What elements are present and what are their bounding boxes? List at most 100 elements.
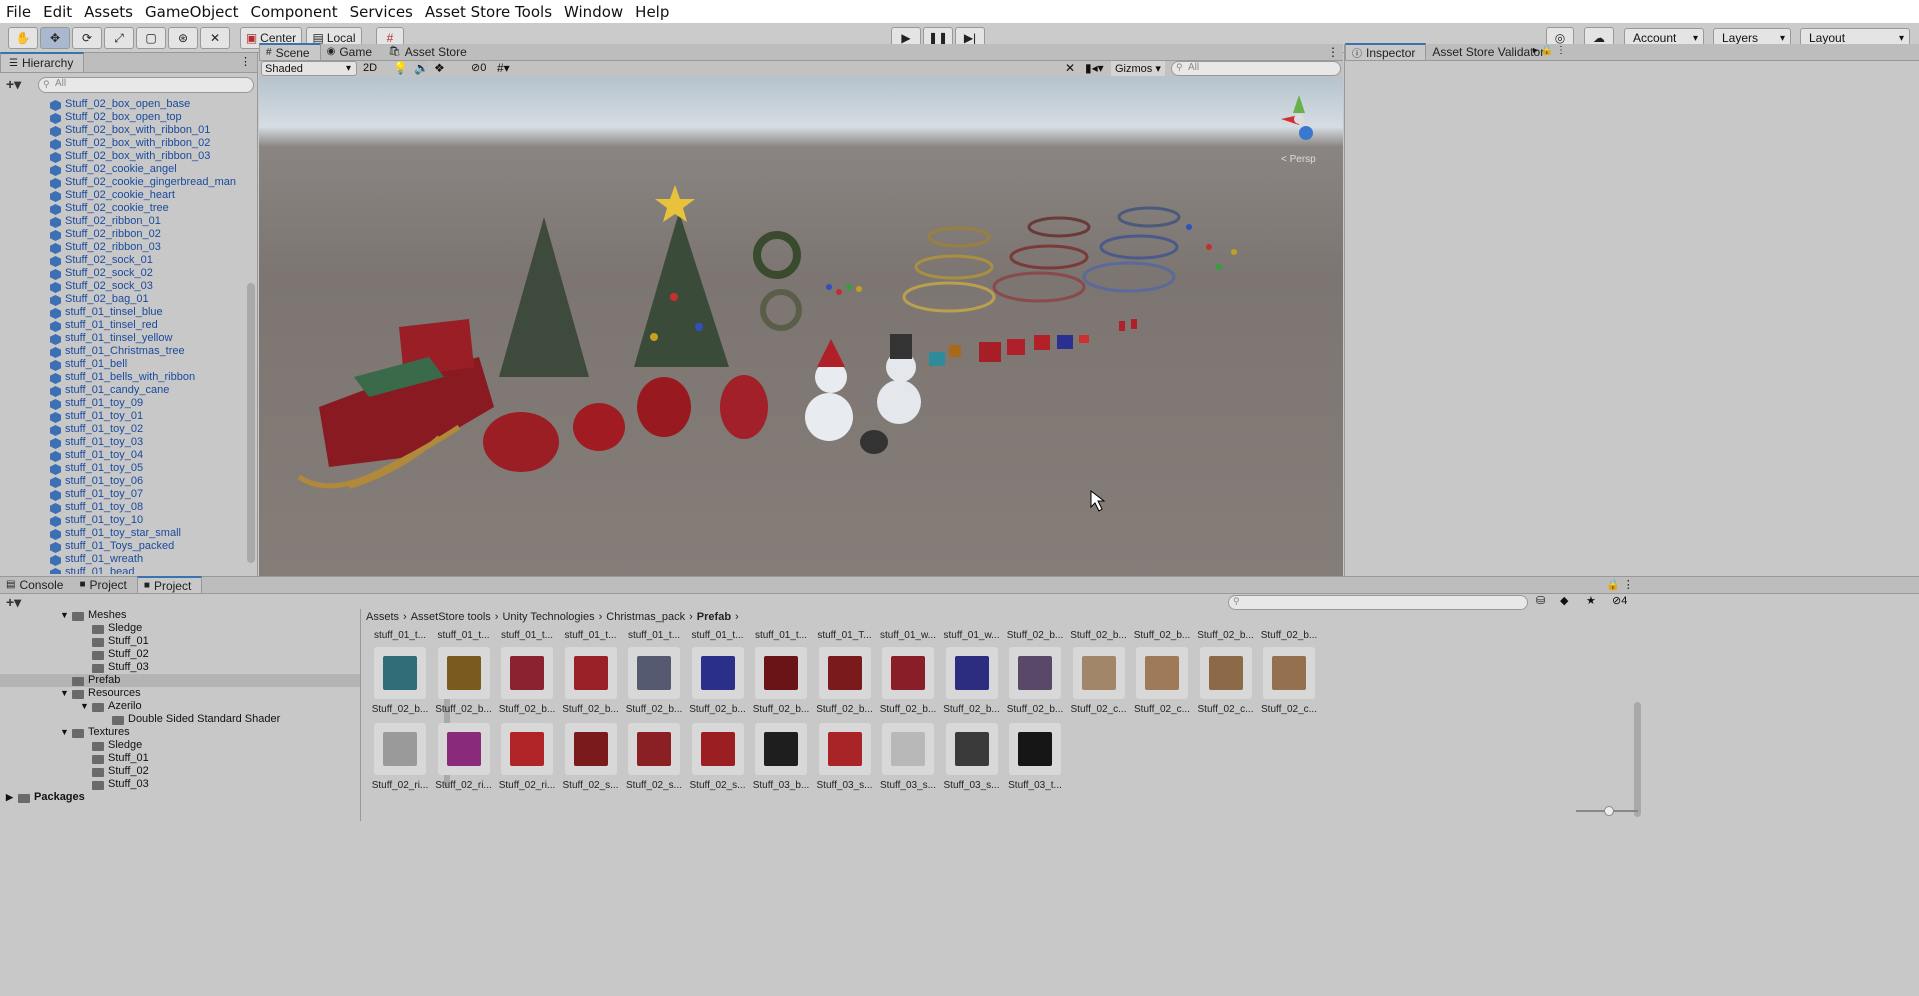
project-tree-item[interactable]: Stuff_02	[0, 648, 360, 661]
hierarchy-item[interactable]: Stuff_02_ribbon_03	[0, 241, 246, 254]
hierarchy-item[interactable]: Stuff_02_cookie_gingerbread_man	[0, 176, 246, 189]
asset-label-partial[interactable]: stuff_01_t...	[751, 630, 811, 641]
hierarchy-search-input[interactable]: ⚲ All	[38, 77, 254, 93]
hierarchy-item[interactable]: stuff_01_tinsel_blue	[0, 306, 246, 319]
hidden-packages-icon[interactable]: ⊘4	[1612, 594, 1627, 607]
filter-label-icon[interactable]: ◆	[1560, 594, 1568, 607]
hierarchy-item[interactable]: stuff_01_Toys_packed	[0, 540, 246, 553]
asset-item[interactable]: Stuff_03_s...	[942, 723, 1002, 791]
favorite-icon[interactable]: ★	[1586, 594, 1596, 607]
project-tree-item[interactable]: Sledge	[0, 739, 360, 752]
asset-item[interactable]: Stuff_02_s...	[624, 723, 684, 791]
asset-item[interactable]: Stuff_02_b...	[688, 647, 748, 715]
hierarchy-item[interactable]: stuff_01_candy_cane	[0, 384, 246, 397]
menu-file[interactable]: File	[6, 3, 31, 21]
asset-label-partial[interactable]: Stuff_02_b...	[1069, 630, 1129, 641]
menu-window[interactable]: Window	[564, 3, 623, 21]
hierarchy-item[interactable]: stuff_01_toy_03	[0, 436, 246, 449]
hierarchy-item[interactable]: stuff_01_bell	[0, 358, 246, 371]
asset-label-partial[interactable]: Stuff_02_b...	[1259, 630, 1319, 641]
asset-item[interactable]: Stuff_02_b...	[434, 647, 494, 715]
hierarchy-item[interactable]: Stuff_02_box_open_base	[0, 98, 246, 111]
move-tool-button[interactable]: ✥	[40, 27, 70, 49]
asset-item[interactable]: Stuff_02_b...	[1005, 647, 1065, 715]
project-tree-item[interactable]: Stuff_03	[0, 661, 360, 674]
hierarchy-menu-icon[interactable]: ⋮	[240, 55, 251, 68]
asset-label-partial[interactable]: stuff_01_t...	[624, 630, 684, 641]
asset-item[interactable]: Stuff_02_b...	[751, 647, 811, 715]
project-tree-item[interactable]: ▼ Meshes	[0, 609, 360, 622]
asset-item[interactable]: Stuff_02_b...	[624, 647, 684, 715]
project-tree-item[interactable]: Sledge	[0, 622, 360, 635]
hierarchy-item[interactable]: stuff_01_Christmas_tree	[0, 345, 246, 358]
scene-menu-icon[interactable]: ⋮	[1327, 45, 1339, 59]
menu-services[interactable]: Services	[350, 3, 413, 21]
hierarchy-item[interactable]: stuff_01_toy_02	[0, 423, 246, 436]
asset-item[interactable]: Stuff_02_c...	[1196, 647, 1256, 715]
hierarchy-item[interactable]: stuff_01_bead	[0, 566, 246, 574]
scene-viewport[interactable]: < Persp	[259, 77, 1343, 576]
scale-tool-button[interactable]: ⤢	[104, 27, 134, 49]
asset-item[interactable]: Stuff_02_c...	[1069, 647, 1129, 715]
hierarchy-item[interactable]: Stuff_02_cookie_heart	[0, 189, 246, 202]
project-search-input[interactable]: ⚲	[1228, 595, 1528, 610]
asset-item[interactable]: Stuff_02_s...	[561, 723, 621, 791]
asset-label-partial[interactable]: stuff_01_t...	[497, 630, 557, 641]
inspector-lock-icon[interactable]: ▸ 🔒 ⋮	[1533, 45, 1566, 56]
menu-assets[interactable]: Assets	[84, 3, 133, 21]
asset-item[interactable]: Stuff_02_c...	[1132, 647, 1192, 715]
custom-tool-button[interactable]: ✕	[200, 27, 230, 49]
menu-component[interactable]: Component	[251, 3, 338, 21]
asset-label-partial[interactable]: Stuff_02_b...	[1132, 630, 1192, 641]
hierarchy-item[interactable]: Stuff_02_box_with_ribbon_03	[0, 150, 246, 163]
hierarchy-item[interactable]: stuff_01_wreath	[0, 553, 246, 566]
hierarchy-scrollbar[interactable]	[247, 283, 255, 563]
zoom-slider-handle[interactable]	[1604, 806, 1614, 816]
shading-dropdown[interactable]: Shaded	[261, 61, 357, 76]
breadcrumb-item[interactable]: Unity Technologies	[502, 611, 594, 625]
rect-tool-button[interactable]: ▢	[136, 27, 166, 49]
hierarchy-item[interactable]: Stuff_02_bag_01	[0, 293, 246, 306]
collapse-arrow-icon[interactable]: ▶	[6, 791, 18, 804]
menu-gameobject[interactable]: GameObject	[145, 3, 239, 21]
hierarchy-item[interactable]: stuff_01_toy_01	[0, 410, 246, 423]
project-tree-item[interactable]: ▼ Resources	[0, 687, 360, 700]
tab-project-2[interactable]: ■ Project	[136, 576, 203, 593]
rotate-tool-button[interactable]: ⟳	[72, 27, 102, 49]
asset-item[interactable]: Stuff_02_b...	[942, 647, 1002, 715]
expand-arrow-icon[interactable]: ▼	[80, 700, 92, 713]
asset-item[interactable]: Stuff_03_t...	[1005, 723, 1065, 791]
grid-toggle-icon[interactable]: #▾	[497, 61, 510, 75]
asset-item[interactable]: Stuff_02_b...	[561, 647, 621, 715]
menu-edit[interactable]: Edit	[43, 3, 72, 21]
asset-label-partial[interactable]: stuff_01_w...	[942, 630, 1002, 641]
project-tree-item[interactable]: ▶ Packages	[0, 791, 360, 804]
project-lock-icon[interactable]: 🔒 ⋮	[1606, 578, 1634, 591]
hidden-objects-icon[interactable]: ⊘0	[471, 61, 486, 74]
hierarchy-item[interactable]: Stuff_02_sock_01	[0, 254, 246, 267]
breadcrumb-item[interactable]: AssetStore tools	[411, 611, 491, 625]
asset-item[interactable]: Stuff_02_b...	[370, 647, 430, 715]
project-tree-item[interactable]: Double Sided Standard Shader	[0, 713, 360, 726]
asset-label-partial[interactable]: stuff_01_t...	[434, 630, 494, 641]
breadcrumb-item[interactable]: Prefab	[697, 611, 731, 625]
menu-help[interactable]: Help	[635, 3, 669, 21]
asset-item[interactable]: Stuff_03_s...	[878, 723, 938, 791]
menu-asset-store-tools[interactable]: Asset Store Tools	[425, 3, 552, 21]
hierarchy-item[interactable]: Stuff_02_box_with_ribbon_02	[0, 137, 246, 150]
project-tree-item[interactable]: ▼ Textures	[0, 726, 360, 739]
expand-arrow-icon[interactable]: ▼	[60, 687, 72, 700]
breadcrumb-item[interactable]: Assets	[366, 611, 399, 625]
hierarchy-item[interactable]: Stuff_02_sock_03	[0, 280, 246, 293]
hierarchy-item[interactable]: stuff_01_toy_10	[0, 514, 246, 527]
hierarchy-item[interactable]: Stuff_02_cookie_angel	[0, 163, 246, 176]
hierarchy-item[interactable]: stuff_01_toy_04	[0, 449, 246, 462]
hierarchy-item[interactable]: stuff_01_toy_06	[0, 475, 246, 488]
asset-label-partial[interactable]: stuff_01_w...	[878, 630, 938, 641]
tab-game[interactable]: ◉ Game	[321, 43, 382, 60]
camera-icon[interactable]: ▮◂▾	[1085, 61, 1104, 75]
tab-inspector[interactable]: ⓘ Inspector	[1345, 43, 1427, 60]
hierarchy-item[interactable]: stuff_01_toy_08	[0, 501, 246, 514]
effects-icon[interactable]: ❖	[434, 61, 445, 75]
asset-label-partial[interactable]: stuff_01_t...	[370, 630, 430, 641]
